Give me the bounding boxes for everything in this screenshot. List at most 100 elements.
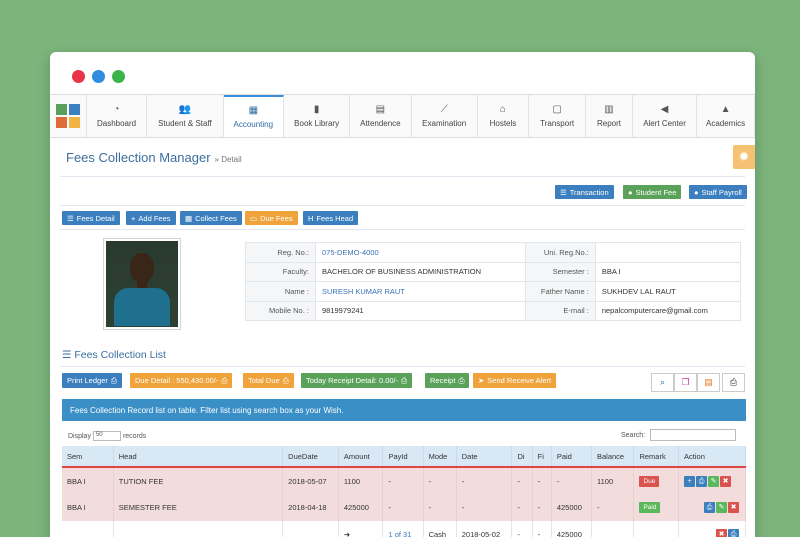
cell-due: 2018-05-07 [282, 467, 339, 494]
delete-icon[interactable]: ✖ [720, 475, 732, 487]
nav-item-transport[interactable]: ▢ Transport [529, 95, 587, 137]
search-label: Search: [621, 432, 646, 439]
search-input[interactable] [650, 429, 736, 441]
excel-icon[interactable]: ▤ [697, 373, 720, 392]
email-label: E-mail : [524, 300, 596, 321]
semester-label: Semester : [524, 261, 596, 282]
copy-icon[interactable]: ❐ [674, 373, 697, 392]
cell-balance: 1100 [591, 467, 635, 494]
table-row: BBA I TUTION FEE 2018-05-07 1100- - - - - -1100 D… [62, 467, 746, 494]
father-value: SUKHDEV LAL RAUT [594, 281, 742, 302]
list-icon: ☰ [560, 187, 567, 197]
column-header[interactable]: Fi [532, 446, 552, 468]
status-badge: Paid [639, 502, 661, 513]
column-header[interactable]: Mode [423, 446, 457, 468]
display-select[interactable]: 50 [92, 431, 121, 441]
display-length: Display 50 records [68, 431, 146, 441]
total-due-label: Total Due [248, 376, 280, 385]
delete-icon[interactable]: ✖ [728, 502, 739, 513]
print-icon[interactable]: ⎙ [722, 373, 745, 392]
due-detail-button[interactable]: Due Detail : 550,430.00/- ⎙ [130, 373, 233, 388]
column-header[interactable]: Amount [338, 446, 384, 468]
nav-item-label: Academics [706, 119, 746, 128]
app-logo[interactable] [50, 95, 87, 137]
nav-item-report[interactable]: ▥ Report [586, 95, 633, 137]
column-header[interactable]: Date [456, 446, 513, 468]
send-icon: ➤ [478, 376, 485, 385]
column-header[interactable]: Head [113, 446, 284, 468]
maximize-window-dot[interactable] [112, 70, 125, 83]
close-window-dot[interactable] [72, 70, 85, 83]
nav-item-label: Alert Center [643, 119, 686, 128]
add-icon[interactable]: + [684, 475, 696, 487]
mobile-label: Mobile No. : [245, 300, 316, 321]
print-icon[interactable]: ⎙ [728, 529, 739, 537]
fees-head-tab[interactable]: H Fees Head [303, 211, 359, 225]
total-due-button[interactable]: Total Due ⎙ [243, 373, 294, 388]
mobile-value: 9819979241 [315, 300, 526, 321]
uni-reg-value [594, 242, 742, 263]
receipt-button[interactable]: Receipt ⎙ [425, 373, 470, 388]
cell-date: 2018-05-02 [456, 521, 513, 537]
name-value[interactable]: SURESH KUMAR RAUT [315, 281, 526, 302]
nav-item-dashboard[interactable]: ◔ Dashboard [87, 95, 148, 137]
column-header[interactable]: Action [678, 446, 746, 468]
fees-detail-tab[interactable]: ☰ Fees Detail [62, 211, 120, 225]
minimize-window-dot[interactable] [92, 70, 105, 83]
transaction-label: Transaction [569, 187, 609, 197]
edit-icon[interactable]: ✎ [716, 502, 727, 513]
cell-due: 2018-04-18 [282, 494, 339, 521]
nav-item-student-staff[interactable]: 👥 Student & Staff [147, 95, 224, 137]
fees-detail-label: Fees Detail [76, 213, 115, 223]
column-header[interactable]: PayId [382, 446, 424, 468]
print-icon[interactable]: ⎙ [704, 502, 715, 513]
nav-item-academics[interactable]: ▲ Academics [697, 95, 755, 137]
collect-fees-tab[interactable]: ▦ Collect Fees [180, 211, 242, 225]
cell-amount: 425000 [338, 494, 384, 521]
list-title: ☰ Fees Collection List [62, 349, 166, 361]
column-header[interactable]: DueDate [282, 446, 339, 468]
add-fees-tab[interactable]: + Add Fees [126, 211, 176, 225]
print-icon: ⎙ [282, 375, 289, 385]
title-bar [50, 52, 755, 94]
nav-item-label: Report [596, 119, 621, 128]
nav-item-examination[interactable]: ⟋ Examination [412, 95, 478, 137]
due-fees-label: Due Fees [260, 213, 293, 223]
cell-mode: Cash [423, 521, 457, 537]
column-header[interactable]: Balance [591, 446, 635, 468]
nav-item-alert-center[interactable]: ◀ Alert Center [633, 95, 698, 137]
edit-icon[interactable]: ✎ [708, 475, 720, 487]
reg-no-value[interactable]: 075-DEMO-4000 [315, 242, 526, 263]
calculator-icon: ▦ [185, 213, 193, 223]
nav-item-label: Examination [422, 119, 467, 128]
bus-icon: ▢ [552, 104, 562, 115]
send-alert-button[interactable]: ➤ Send Receive Alert [473, 373, 557, 388]
divider [60, 229, 745, 230]
bullhorn-icon: ◀ [660, 104, 669, 115]
cell-balance [591, 521, 635, 537]
transaction-button[interactable]: ☰ Transaction [555, 185, 614, 199]
list-icon: ☰ [62, 349, 75, 361]
nav-item-book-library[interactable]: ▮ Book Library [284, 95, 351, 137]
chart-line-icon: ⟋ [440, 104, 448, 115]
nav-item-label: Accounting [233, 120, 274, 129]
print-icon[interactable]: ⎙ [696, 475, 708, 487]
settings-gear-icon[interactable]: ✹ [733, 145, 755, 169]
nav-item-attendence[interactable]: ▤ Attendence [350, 95, 412, 137]
nav-item-hostels[interactable]: ⌂ Hostels [478, 95, 530, 137]
column-header[interactable]: Sem [62, 446, 114, 468]
staff-payroll-label: Staff Payroll [701, 187, 742, 197]
book-icon: ▮ [313, 104, 320, 115]
delete-icon[interactable]: ✖ [716, 529, 727, 537]
collect-fees-label: Collect Fees [195, 213, 237, 223]
column-header[interactable]: Remark [633, 446, 680, 468]
student-fee-button[interactable]: ● Student Fee [623, 185, 682, 199]
staff-payroll-button[interactable]: ● Staff Payroll [689, 185, 747, 199]
print-ledger-button[interactable]: Print Ledger ⎙ [62, 373, 122, 388]
column-header[interactable]: Paid [551, 446, 593, 468]
today-receipt-button[interactable]: Today Receipt Detail: 0.00/- ⎙ [301, 373, 413, 388]
due-fees-tab[interactable]: ▭ Due Fees [245, 211, 298, 225]
search-icon[interactable]: ⌕ [651, 373, 674, 392]
nav-item-accounting[interactable]: ▦ Accounting [223, 95, 285, 137]
column-header[interactable]: Di [511, 446, 533, 468]
